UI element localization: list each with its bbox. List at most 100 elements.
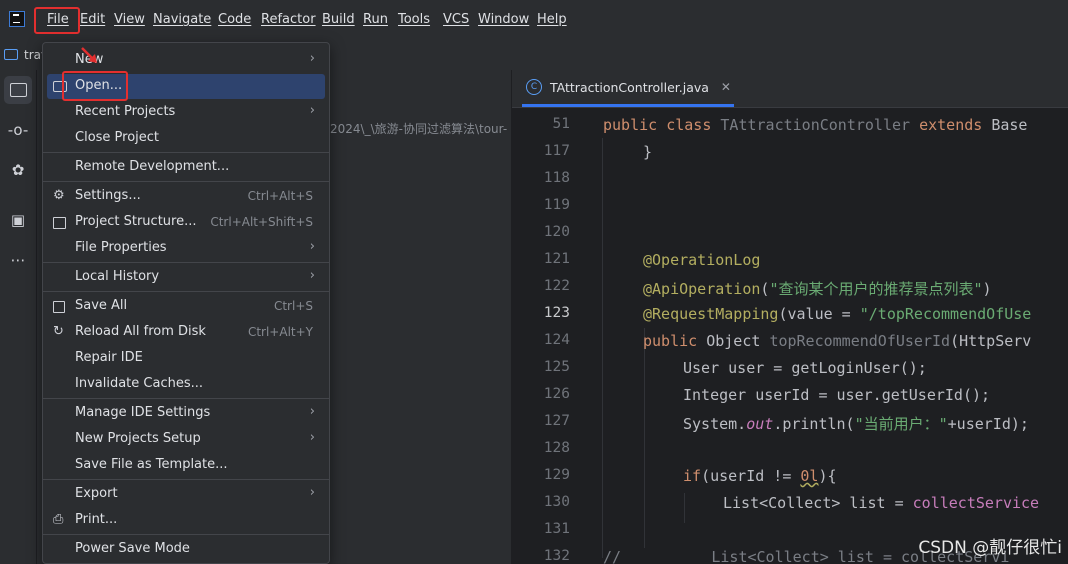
code-token: @RequestMapping (643, 305, 779, 323)
save-icon (53, 301, 65, 313)
line-number: 126 (543, 386, 570, 402)
menu-separator (43, 152, 329, 153)
menu-separator (43, 291, 329, 292)
menu-item-file-properties[interactable]: File Properties › (47, 236, 325, 261)
code-token: Integer userId = user. (683, 386, 882, 404)
code-token: "/topRecommendOfUse (859, 305, 1032, 323)
code-token: "查询某个用户的推荐景点列表" (769, 280, 983, 298)
chevron-right-icon: › (309, 485, 315, 500)
menu-view[interactable]: View (114, 12, 145, 27)
code-token: if (683, 467, 702, 485)
menu-help[interactable]: Help (537, 12, 567, 27)
menu-item-label: Export (75, 486, 118, 501)
structure-tool-button[interactable]: ▣ (4, 206, 32, 234)
menu-item-close-project[interactable]: Close Project (47, 126, 325, 151)
commit-icon: -o- (7, 121, 29, 139)
menu-item-manage-ide-settings[interactable]: Manage IDE Settings › (47, 401, 325, 426)
ai-assistant-button[interactable]: ✿ (4, 156, 32, 184)
menu-item-local-history[interactable]: Local History › (47, 265, 325, 290)
menu-window[interactable]: Window (478, 12, 529, 27)
menu-item-print[interactable]: ⎙ Print... (47, 508, 325, 533)
menu-build[interactable]: Build (322, 12, 355, 27)
code-token: +userId); (947, 415, 1029, 433)
menu-item-label: Reload All from Disk (75, 324, 206, 339)
close-icon[interactable]: ✕ (721, 80, 731, 94)
code-token: getLoginUser (791, 359, 900, 377)
line-number: 51 (552, 116, 570, 132)
code-token: System. (683, 415, 747, 433)
code-token: User user = (683, 359, 792, 377)
menu-item-shortcut: Ctrl+S (273, 299, 313, 313)
menu-item-remote-development[interactable]: Remote Development... (47, 155, 325, 180)
code-line-129: if(userId != 0l){ (683, 467, 837, 485)
file-highlight-box (34, 7, 80, 34)
menu-edit[interactable]: Edit (80, 12, 105, 27)
red-arrow-icon (81, 47, 97, 63)
line-number: 127 (543, 413, 570, 429)
watermark: CSDN @靓仔很忙i (918, 538, 1062, 558)
main-menubar: File Edit View Navigate Code Refactor Bu… (0, 0, 1068, 40)
code-line-122: @ApiOperation("查询某个用户的推荐景点列表") (643, 278, 992, 299)
menu-item-power-save-mode[interactable]: Power Save Mode (47, 537, 325, 562)
code-token: List<Collect> list = (723, 494, 913, 512)
file-menu-dropdown: New › Open... Recent Projects › Close Pr… (42, 42, 330, 564)
printer-icon: ⎙ (53, 512, 64, 527)
project-structure-icon (53, 217, 66, 229)
chevron-right-icon: › (309, 404, 315, 419)
line-number: 130 (543, 494, 570, 510)
chevron-right-icon: › (309, 268, 315, 283)
code-token: extends (919, 116, 992, 134)
menu-item-new-projects-setup[interactable]: New Projects Setup › (47, 427, 325, 452)
code-line-124: public Object topRecommendOfUserId(HttpS… (643, 332, 1031, 350)
menu-separator (43, 534, 329, 535)
menu-item-settings[interactable]: ⚙ Settings... Ctrl+Alt+S (47, 184, 325, 209)
code-line-127: System.out.println("当前用户："+userId); (683, 413, 1029, 434)
more-tools-button[interactable]: ⋯ (4, 246, 32, 274)
code-token: (userId != (701, 467, 801, 485)
menu-refactor[interactable]: Refactor (261, 12, 316, 27)
menu-item-project-structure[interactable]: Project Structure... Ctrl+Alt+Shift+S (47, 210, 325, 235)
menu-item-repair-ide[interactable]: Repair IDE (47, 346, 325, 371)
menu-item-label: Project Structure... (75, 214, 197, 229)
menu-item-shortcut: Ctrl+Alt+Y (247, 325, 313, 339)
code-token: collectService (912, 494, 1040, 512)
code-line-125: User user = getLoginUser(); (683, 359, 927, 377)
project-tool-button[interactable] (4, 76, 32, 104)
menu-vcs[interactable]: VCS (443, 12, 469, 27)
folder-icon (4, 49, 18, 60)
menu-separator (43, 479, 329, 480)
code-line-117: } (643, 143, 653, 161)
menu-item-invalidate-caches[interactable]: Invalidate Caches... (47, 372, 325, 397)
menu-tools[interactable]: Tools (398, 12, 430, 27)
code-token: TAttractionController (720, 116, 920, 134)
commit-tool-button[interactable]: -o- (4, 116, 32, 144)
line-number-gutter: 51 117 118 119 120 121 122 123 124 125 1… (512, 108, 582, 564)
menu-item-reload-all[interactable]: ↻ Reload All from Disk Ctrl+Alt+Y (47, 320, 325, 345)
menu-item-save-as-template[interactable]: Save File as Template... (47, 453, 325, 478)
menu-item-label: Save All (75, 298, 128, 313)
code-line-121: @OperationLog (643, 251, 761, 269)
code-token: public (643, 332, 707, 350)
menu-run[interactable]: Run (363, 12, 388, 27)
line-number: 128 (543, 440, 570, 456)
code-token: (value = (778, 305, 860, 323)
code-editor[interactable]: public class TAttractionController exten… (582, 108, 1068, 564)
menu-item-label: Save File as Template... (75, 457, 228, 472)
indent-guide (684, 493, 685, 523)
line-number: 131 (543, 521, 570, 537)
menu-item-save-all[interactable]: Save All Ctrl+S (47, 294, 325, 319)
tool-window-strip: -o- ✿ ▣ ⋯ (0, 70, 37, 564)
code-token: (); (899, 359, 927, 377)
menu-item-recent-projects[interactable]: Recent Projects › (47, 100, 325, 125)
menu-item-label: Recent Projects (75, 104, 176, 119)
structure-icon: ▣ (10, 211, 26, 229)
menu-item-export[interactable]: Export › (47, 482, 325, 507)
code-token: (HttpServ (950, 332, 1032, 350)
chevron-right-icon: › (309, 430, 315, 445)
editor-tab-bar: C TAttractionController.java ✕ (512, 70, 1068, 108)
code-token: public class (603, 116, 721, 134)
menu-item-label: Remote Development... (75, 159, 230, 174)
tab-tattractioncontroller[interactable]: C TAttractionController.java ✕ (522, 70, 734, 107)
menu-code[interactable]: Code (218, 12, 251, 27)
menu-navigate[interactable]: Navigate (153, 12, 211, 27)
